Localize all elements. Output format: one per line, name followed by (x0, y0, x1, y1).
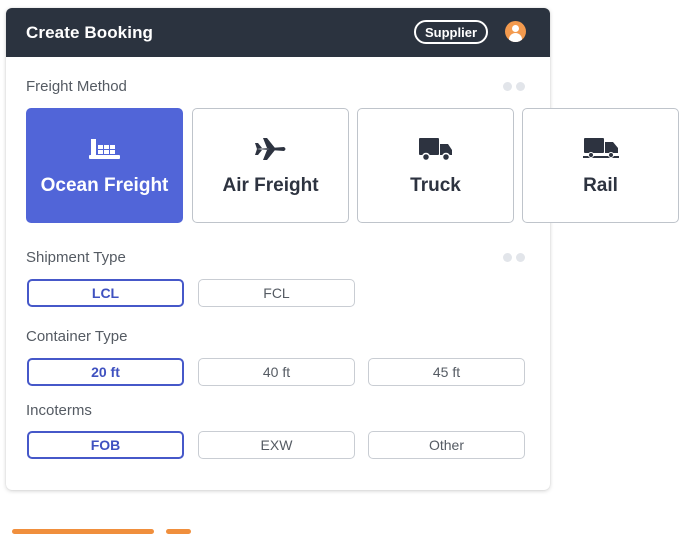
incoterm-option-fob[interactable]: FOB (27, 431, 184, 459)
progress-bar-segment (12, 529, 154, 534)
tile-label: Air Freight (222, 174, 319, 196)
card-title: Create Booking (26, 22, 154, 42)
user-avatar-icon[interactable] (505, 21, 526, 42)
shipment-option-fcl[interactable]: FCL (198, 279, 355, 307)
ship-container-icon (88, 135, 122, 163)
airplane-icon (254, 135, 288, 163)
rail-icon (582, 135, 620, 163)
container-option-40ft[interactable]: 40 ft (198, 358, 355, 386)
incoterm-option-other[interactable]: Other (368, 431, 525, 459)
container-option-45ft[interactable]: 45 ft (368, 358, 525, 386)
tile-rail[interactable]: Rail (522, 108, 679, 223)
incoterm-option-exw[interactable]: EXW (198, 431, 355, 459)
create-booking-card: Create Booking Supplier Freight Method O… (6, 8, 679, 490)
shipment-type-label: Shipment Type (26, 249, 126, 266)
tile-label: Truck (410, 174, 461, 196)
booking-stage: Create Booking Supplier Freight Method O… (0, 0, 686, 542)
supplier-badge[interactable]: Supplier (414, 20, 489, 44)
freight-method-dots-icon (503, 82, 525, 91)
tile-label: Rail (583, 174, 618, 196)
truck-icon (418, 135, 454, 163)
tile-label: Ocean Freight (40, 174, 169, 196)
incoterms-label: Incoterms (26, 402, 92, 419)
shipment-option-lcl[interactable]: LCL (27, 279, 184, 307)
progress-bar-segment (166, 529, 191, 534)
tile-truck[interactable]: Truck (357, 108, 514, 223)
card-header: Create Booking Supplier (6, 8, 550, 57)
tile-air-freight[interactable]: Air Freight (192, 108, 349, 223)
freight-method-label: Freight Method (26, 78, 127, 95)
shipment-type-dots-icon (503, 253, 525, 262)
container-type-label: Container Type (26, 328, 128, 345)
container-option-20ft[interactable]: 20 ft (27, 358, 184, 386)
tile-ocean-freight[interactable]: Ocean Freight (26, 108, 183, 223)
